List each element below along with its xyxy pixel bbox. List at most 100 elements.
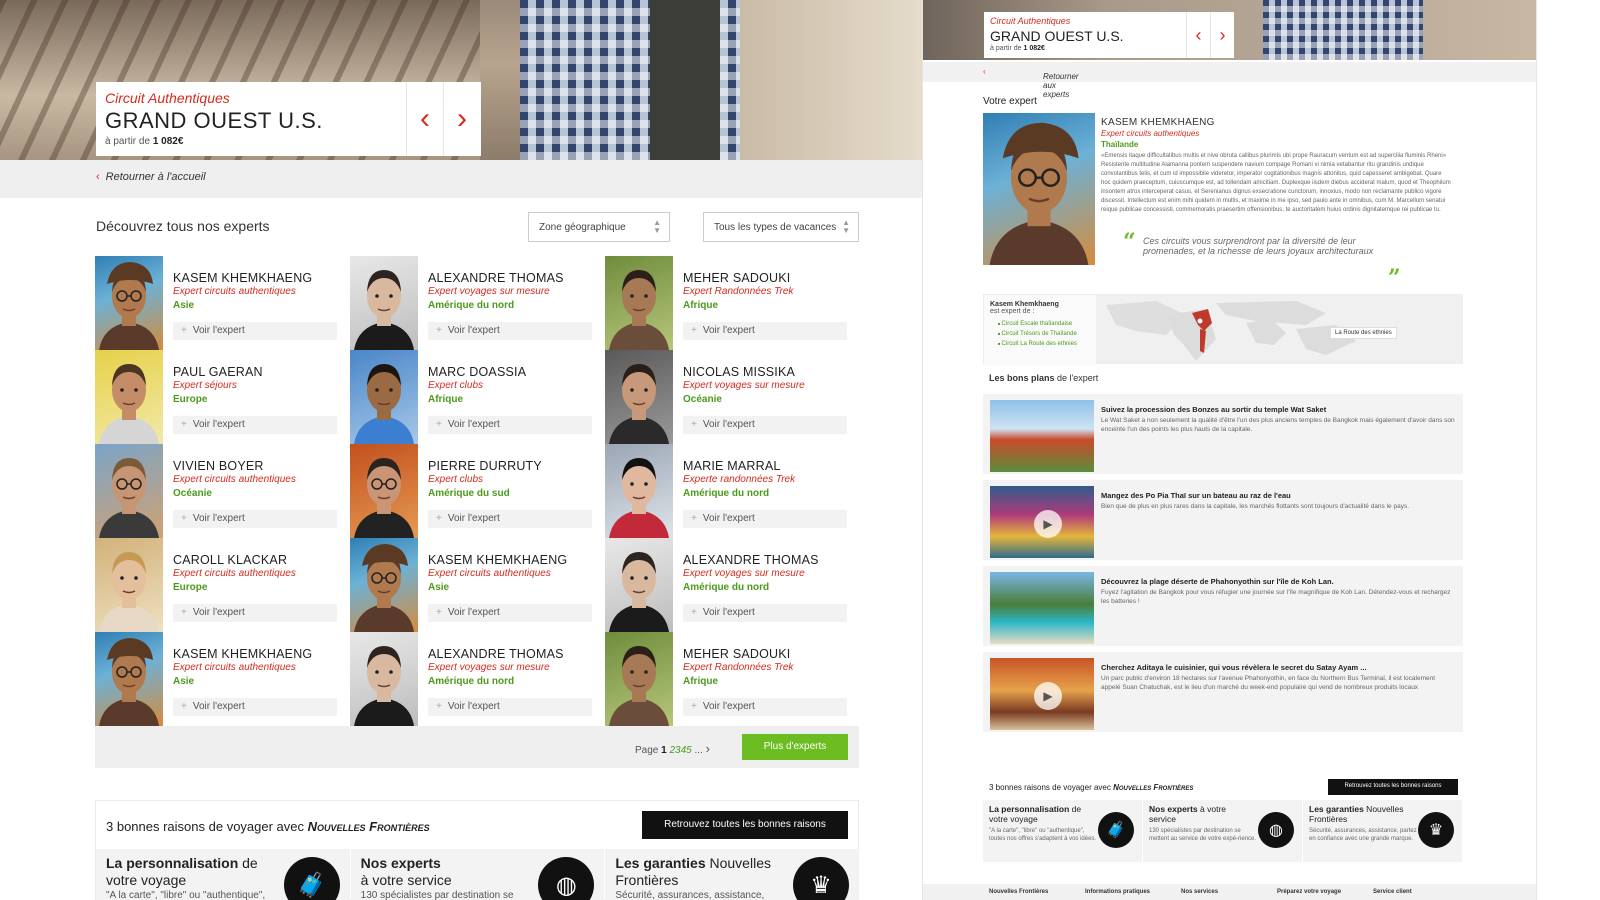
expert-card[interactable]: ALEXANDRE THOMAS Expert voyages sur mesur… (350, 632, 600, 726)
expert-role: Expert voyages sur mesure (428, 662, 550, 673)
plan-card[interactable]: Découvrez la plage déserte de Phahonyoth… (983, 566, 1463, 646)
view-expert-button[interactable]: + Voir l'expert (428, 604, 592, 622)
reason-guarantees: Les garanties Nouvelles Frontières Sécuri… (605, 849, 860, 900)
map-sidebar: Kasem Khemkhaeng est expert de : Circuit… (984, 295, 1096, 365)
back-to-experts-link[interactable]: ‹ Retourner aux experts (983, 67, 1079, 99)
plus-icon: + (691, 325, 697, 336)
map-view[interactable]: La Route des ethnies (1096, 295, 1462, 363)
expert-name: MARC DOASSIA (428, 365, 527, 379)
hero-backpack (650, 0, 720, 160)
view-expert-button[interactable]: + Voir l'expert (428, 416, 592, 434)
chevron-right-icon[interactable]: › (443, 82, 480, 156)
quote-close-icon: ” (1388, 265, 1401, 291)
expert-card[interactable]: VIVIEN BOYER Expert circuits authentiques… (95, 444, 345, 538)
plans-title: Les bons plans de l'expert (989, 373, 1099, 383)
back-to-home-link[interactable]: ‹ Retourner à l'accueil (96, 171, 206, 183)
all-reasons-button[interactable]: Retrouvez toutes les bonnes raisons (642, 811, 848, 839)
plus-icon: + (181, 701, 187, 712)
expert-photo (95, 350, 163, 444)
expert-role: Expert circuits authentiques (173, 568, 296, 579)
holiday-type-select[interactable]: Tous les types de vacances ▲ ▼ (703, 212, 859, 242)
trip-card[interactable]: Circuit Authentiques GRAND OUEST U.S. à … (96, 82, 481, 156)
expert-card[interactable]: NICOLAS MISSIKA Expert voyages sur mesure… (605, 350, 855, 444)
view-expert-button[interactable]: + Voir l'expert (683, 604, 847, 622)
chevron-right-icon[interactable]: › (706, 741, 710, 756)
view-expert-button[interactable]: + Voir l'expert (428, 698, 592, 716)
expert-card[interactable]: PAUL GAERAN Expert séjours Europe + Voir l'e… (95, 350, 345, 444)
trip-price: à partir de 1 082€ (105, 136, 184, 147)
page-link[interactable]: 5 (686, 745, 692, 756)
expert-zone: Europe (173, 582, 208, 593)
more-experts-button[interactable]: Plus d'experts (742, 734, 848, 760)
expert-card[interactable]: ALEXANDRE THOMAS Expert voyages sur mesur… (605, 538, 855, 632)
view-expert-button[interactable]: + Voir l'expert (173, 604, 337, 622)
expert-name: KASEM KHEMKHAENG (173, 271, 313, 285)
view-expert-button[interactable]: + Voir l'expert (683, 510, 847, 528)
all-reasons-button[interactable]: Retrouvez toutes les bonnes raisons (1328, 779, 1458, 795)
chevron-left-icon[interactable]: ‹ (1186, 12, 1210, 58)
footer-link[interactable]: Informations pratiques (1085, 889, 1150, 895)
expert-detail-page: Circuit Authentiques GRAND OUEST U.S. à … (922, 0, 1537, 900)
expert-zone: Océanie (173, 488, 212, 499)
view-expert-button[interactable]: + Voir l'expert (683, 322, 847, 340)
expert-role: Expert circuits authentiques (173, 474, 296, 485)
circuit-link[interactable]: Circuit Trésors de Thaïlande (998, 329, 1090, 339)
expert-card[interactable]: KASEM KHEMKHAENG Expert circuits authenti… (95, 256, 345, 350)
footer-link[interactable]: Préparez votre voyage (1277, 889, 1341, 895)
expert-name: PIERRE DURRUTY (428, 459, 542, 473)
view-expert-button[interactable]: + Voir l'expert (683, 698, 847, 716)
expert-photo (95, 538, 163, 632)
plus-icon: + (691, 419, 697, 430)
expert-name: MEHER SADOUKI (683, 647, 791, 661)
reason-experts: Nos experts à votre service 130 spéciali… (1143, 800, 1302, 862)
expert-card[interactable]: KASEM KHEMKHAENG Expert circuits authenti… (95, 632, 345, 726)
chevron-left-icon: ‹ (983, 67, 986, 76)
trip-card[interactable]: Circuit Authentiques GRAND OUEST U.S. à … (984, 12, 1234, 58)
expert-role: Expert Randonnées Trek (683, 286, 794, 297)
expert-zone: Asie (173, 300, 195, 311)
view-expert-button[interactable]: + Voir l'expert (683, 416, 847, 434)
plus-icon: + (691, 607, 697, 618)
expert-card[interactable]: CAROLL KLACKAR Expert circuits authentiqu… (95, 538, 345, 632)
expert-card[interactable]: MEHER SADOUKI Expert Randonnées Trek Afriq… (605, 256, 855, 350)
expert-card[interactable]: MARC DOASSIA Expert clubs Afrique + Voir l'e… (350, 350, 600, 444)
footer-link[interactable]: Nouvelles Frontières (989, 889, 1048, 895)
plan-card[interactable]: ▶ Mangez des Po Pia Thaï sur un bateau au… (983, 480, 1463, 560)
view-expert-button[interactable]: + Voir l'expert (173, 322, 337, 340)
play-icon[interactable]: ▶ (1034, 682, 1062, 710)
plan-card[interactable]: Suivez la procession des Bonzes au sorti… (983, 394, 1463, 474)
zone-select[interactable]: Zone géographique ▲ ▼ (528, 212, 670, 242)
expert-card[interactable]: ALEXANDRE THOMAS Expert voyages sur mesur… (350, 256, 600, 350)
chevron-left-icon[interactable]: ‹ (406, 82, 443, 156)
view-expert-button[interactable]: + Voir l'expert (173, 416, 337, 434)
footer-link[interactable]: Service client (1373, 889, 1412, 895)
view-expert-button[interactable]: + Voir l'expert (428, 322, 592, 340)
expert-card[interactable]: KASEM KHEMKHAENG Expert circuits authenti… (350, 538, 600, 632)
your-expert-label: Votre expert (983, 96, 1037, 107)
globe-icon: ◍ (1258, 812, 1294, 848)
expert-card[interactable]: PIERRE DURRUTY Expert clubs Amérique du su… (350, 444, 600, 538)
plus-icon: + (181, 513, 187, 524)
view-expert-button[interactable]: + Voir l'expert (173, 698, 337, 716)
view-expert-button[interactable]: + Voir l'expert (173, 510, 337, 528)
expert-card[interactable]: MARIE MARRAL Experte randonnées Trek Améri… (605, 444, 855, 538)
plus-icon: + (691, 513, 697, 524)
chevron-right-icon[interactable]: › (1210, 12, 1234, 58)
view-expert-button[interactable]: + Voir l'expert (428, 510, 592, 528)
footer-link[interactable]: Nos services (1181, 889, 1218, 895)
plan-card[interactable]: ▶ Cherchez Aditaya le cuisinier, qui vous… (983, 652, 1463, 732)
play-icon[interactable]: ▶ (1034, 510, 1062, 538)
expert-role: Expert circuits authentiques (1101, 129, 1200, 138)
expert-photo (605, 538, 673, 632)
expert-photo (95, 444, 163, 538)
expert-zone: Asie (428, 582, 450, 593)
expert-photo (350, 538, 418, 632)
expert-card[interactable]: MEHER SADOUKI Expert Randonnées Trek Afriq… (605, 632, 855, 726)
plan-description: Le Wat Saket a non seulement la qualité … (1101, 417, 1455, 433)
expert-zone: Afrique (428, 394, 463, 405)
circuit-link[interactable]: Circuit La Route des ethnies (998, 339, 1090, 349)
expert-role: Expert circuits authentiques (173, 286, 296, 297)
current-page: 1 (661, 745, 667, 756)
circuit-link[interactable]: Circuit Escale thaïlandaise (998, 319, 1090, 329)
expert-role: Expert séjours (173, 380, 237, 391)
